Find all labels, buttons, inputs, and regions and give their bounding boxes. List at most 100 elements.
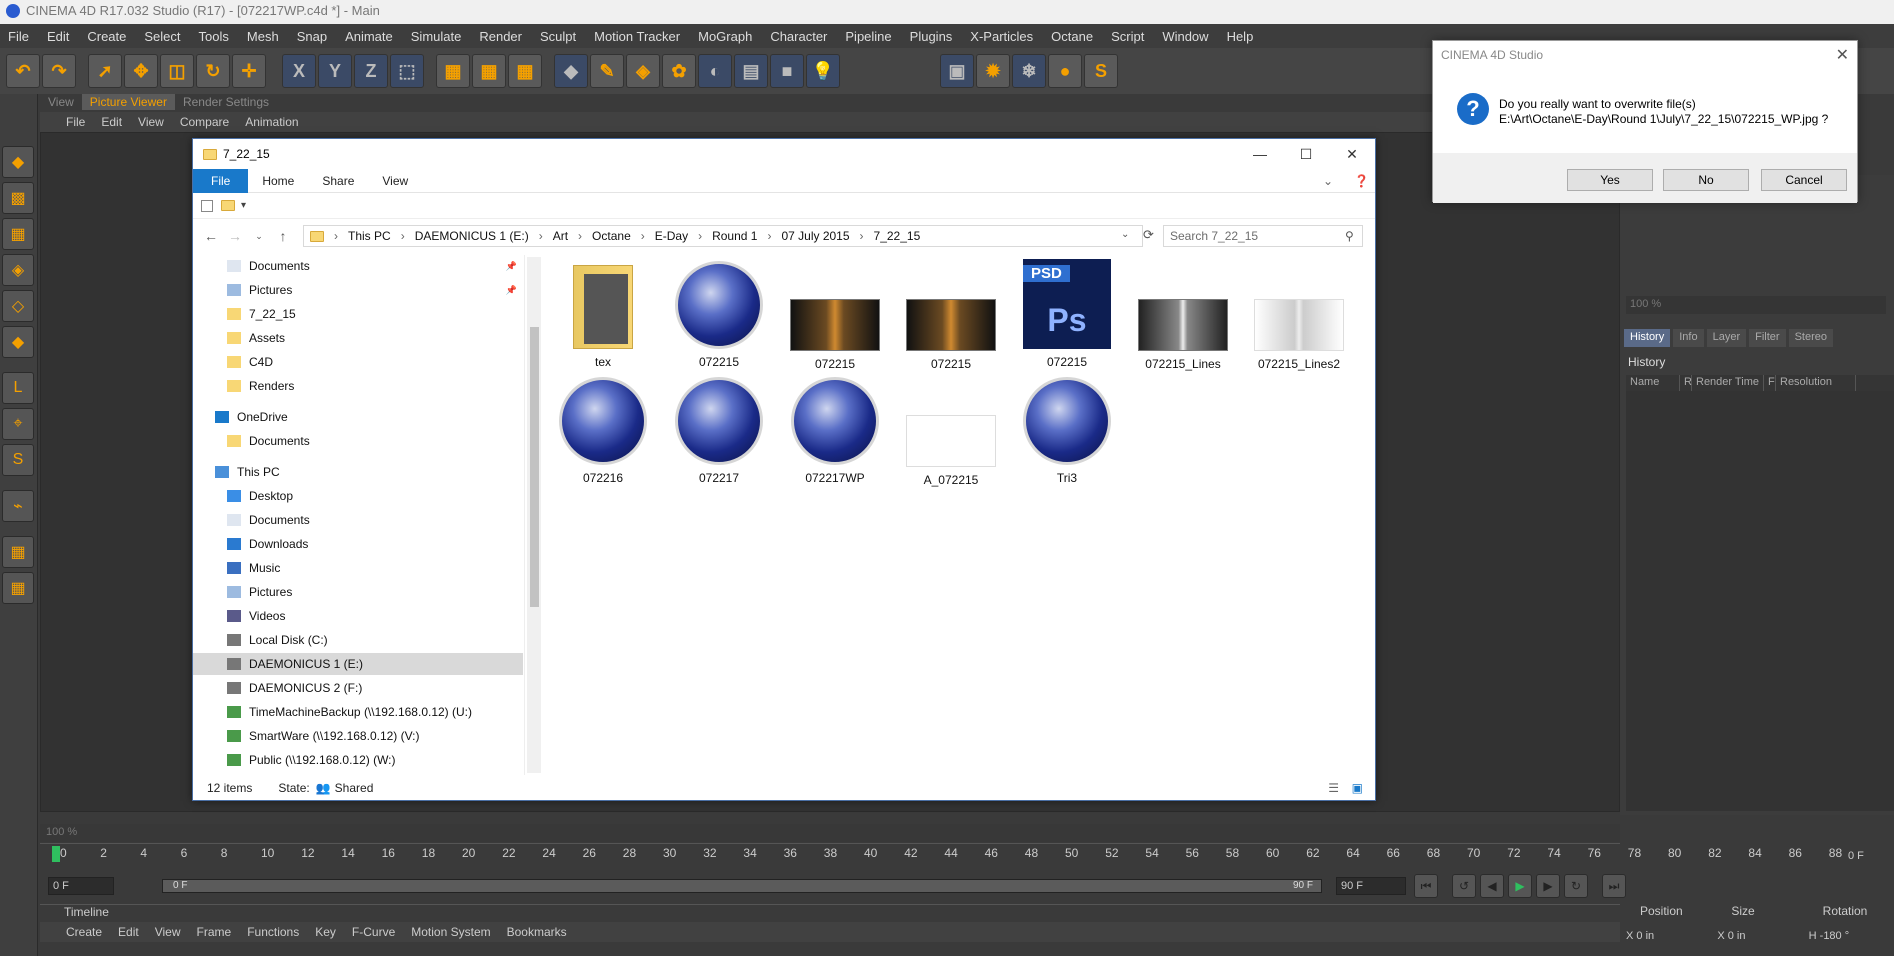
octane-live-viewer-icon[interactable]: ▣: [940, 54, 974, 88]
timeline-menu-edit[interactable]: Edit: [118, 925, 139, 939]
material-ball-icon[interactable]: ●: [1048, 54, 1082, 88]
move-icon[interactable]: ✥: [124, 54, 158, 88]
menu-animate[interactable]: Animate: [345, 29, 393, 44]
end-frame-field[interactable]: 90 F: [1336, 877, 1406, 895]
edges-mode-icon[interactable]: ◇: [2, 290, 34, 322]
breadcrumb-chevron-icon[interactable]: ›: [539, 229, 543, 243]
large-icons-view-icon[interactable]: ▣: [1352, 781, 1363, 795]
timeline-menu-view[interactable]: View: [155, 925, 181, 939]
recent-locations-icon[interactable]: ⌄: [247, 231, 271, 242]
file-tile[interactable]: PSD Ps 072215: [1015, 259, 1119, 371]
y-axis-icon[interactable]: Y: [318, 54, 352, 88]
expand-ribbon-icon[interactable]: ⌄: [1309, 169, 1347, 193]
polygons-mode-icon[interactable]: ◆: [2, 326, 34, 358]
file-tile[interactable]: 072216: [551, 375, 655, 487]
tab-info[interactable]: Info: [1673, 329, 1704, 347]
pin-icon[interactable]: 📌: [506, 285, 517, 296]
dialog-close-icon[interactable]: ✕: [1836, 45, 1849, 65]
planar-workplane-icon[interactable]: ▦: [2, 572, 34, 604]
new-folder-icon[interactable]: [221, 200, 235, 211]
nav-item[interactable]: 7_22_15: [193, 303, 523, 325]
tab-stereo[interactable]: Stereo: [1788, 329, 1833, 347]
timeline-menu-motion-system[interactable]: Motion System: [411, 925, 490, 939]
magnet-icon[interactable]: ⌁: [2, 490, 34, 522]
pin-icon[interactable]: 📌: [506, 261, 517, 272]
viewer-menu-edit[interactable]: Edit: [101, 115, 122, 129]
deformer-icon[interactable]: ◐: [698, 54, 732, 88]
viewer-menu-compare[interactable]: Compare: [180, 115, 229, 129]
x-axis-icon[interactable]: X: [282, 54, 316, 88]
timeline-menu-create[interactable]: Create: [66, 925, 102, 939]
column-header[interactable]: Render Time: [1692, 375, 1764, 391]
tab-render-settings[interactable]: Render Settings: [175, 94, 277, 110]
breadcrumb-chevron-icon[interactable]: ›: [860, 229, 864, 243]
yes-button[interactable]: Yes: [1567, 169, 1653, 191]
nav-item[interactable]: DAEMONICUS 2 (F:): [193, 677, 523, 699]
history-list[interactable]: [1626, 391, 1894, 811]
cancel-button[interactable]: Cancel: [1761, 169, 1847, 191]
nav-item[interactable]: Downloads: [193, 533, 523, 555]
file-tile[interactable]: tex: [551, 259, 655, 371]
file-tile[interactable]: A_072215: [899, 375, 1003, 487]
breadcrumb-chevron-icon[interactable]: ›: [698, 229, 702, 243]
ribbon-tab-home[interactable]: Home: [248, 169, 308, 193]
maximize-icon[interactable]: ☐: [1283, 139, 1329, 169]
menu-mesh[interactable]: Mesh: [247, 29, 279, 44]
breadcrumb-item[interactable]: 7_22_15: [874, 229, 921, 243]
menu-x-particles[interactable]: X-Particles: [970, 29, 1033, 44]
cloner-icon[interactable]: ✿: [662, 54, 696, 88]
refresh-icon[interactable]: ⟳: [1143, 227, 1154, 243]
xparticles-icon[interactable]: ❄: [1012, 54, 1046, 88]
cube-icon[interactable]: ◆: [554, 54, 588, 88]
address-bar[interactable]: › This PC › DAEMONICUS 1 (E:) › Art › Octane › E-…: [303, 225, 1143, 247]
column-header[interactable]: Resolution: [1776, 375, 1856, 391]
axis-mode-icon[interactable]: L: [2, 372, 34, 404]
scale-icon[interactable]: ◫: [160, 54, 194, 88]
range-slider[interactable]: 0 F 90 F: [162, 879, 1322, 893]
tab-view[interactable]: View: [40, 94, 82, 110]
coord-field[interactable]: X 0 in: [1620, 930, 1711, 948]
properties-icon[interactable]: [201, 199, 213, 212]
breadcrumb-item[interactable]: Octane: [592, 229, 631, 243]
menu-motion-tracker[interactable]: Motion Tracker: [594, 29, 680, 44]
undo-icon[interactable]: ↶: [6, 54, 40, 88]
play-icon[interactable]: ▶: [1508, 874, 1532, 898]
subdivision-icon[interactable]: ◈: [626, 54, 660, 88]
recent-tools-icon[interactable]: ✛: [232, 54, 266, 88]
nav-item[interactable]: DAEMONICUS 1 (E:): [193, 653, 523, 676]
nav-item[interactable]: Music: [193, 557, 523, 579]
file-tile[interactable]: 072215: [899, 259, 1003, 371]
points-mode-icon[interactable]: ◈: [2, 254, 34, 286]
breadcrumb-chevron-icon[interactable]: ›: [767, 229, 771, 243]
nav-item[interactable]: TimeMachineBackup (\\192.168.0.12) (U:): [193, 701, 523, 723]
close-icon[interactable]: ✕: [1329, 139, 1375, 169]
nav-item[interactable]: SmartWare (\\192.168.0.12) (V:): [193, 725, 523, 747]
menu-render[interactable]: Render: [479, 29, 522, 44]
address-dropdown-icon[interactable]: ⌄: [1121, 229, 1129, 240]
column-header[interactable]: Name: [1626, 375, 1680, 391]
details-view-icon[interactable]: ☰: [1328, 781, 1339, 795]
nav-item[interactable]: Desktop: [193, 485, 523, 507]
workplane-icon[interactable]: ▦: [2, 218, 34, 250]
tweak-mode-icon[interactable]: ⌖: [2, 408, 34, 440]
nav-item[interactable]: Renders: [193, 375, 523, 397]
nav-item[interactable]: C4D: [193, 351, 523, 373]
search-icon[interactable]: ⚲: [1345, 229, 1354, 243]
menu-tools[interactable]: Tools: [199, 29, 229, 44]
scrollbar-thumb[interactable]: [530, 327, 539, 607]
breadcrumb-item[interactable]: This PC: [348, 229, 391, 243]
live-selection-icon[interactable]: ➚: [88, 54, 122, 88]
nav-item[interactable]: Assets: [193, 327, 523, 349]
navigation-scrollbar[interactable]: [527, 257, 541, 773]
breadcrumb-item[interactable]: DAEMONICUS 1 (E:): [415, 229, 529, 243]
go-to-end-icon[interactable]: ⏭: [1602, 874, 1626, 898]
breadcrumb-item[interactable]: Round 1: [712, 229, 757, 243]
breadcrumb-chevron-icon[interactable]: ›: [401, 229, 405, 243]
rotate-icon[interactable]: ↻: [196, 54, 230, 88]
nav-item[interactable]: Local Disk (C:): [193, 629, 523, 651]
timeline-menu-bookmarks[interactable]: Bookmarks: [507, 925, 567, 939]
viewer-menu-file[interactable]: File: [66, 115, 85, 129]
column-header[interactable]: F: [1764, 375, 1776, 391]
light-icon[interactable]: 💡: [806, 54, 840, 88]
column-header[interactable]: R: [1680, 375, 1692, 391]
